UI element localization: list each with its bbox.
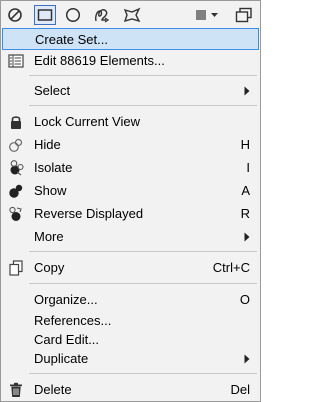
polygon-icon[interactable] bbox=[121, 5, 143, 25]
menu-item-organize[interactable]: Organize... O bbox=[2, 289, 259, 311]
menu-item-show[interactable]: Show A bbox=[2, 180, 259, 202]
menu-item-label: Show bbox=[34, 183, 67, 198]
menu-item-create-set[interactable]: Create Set... bbox=[2, 28, 259, 50]
rectangle-icon[interactable] bbox=[34, 5, 56, 25]
selection-toolbar bbox=[1, 1, 260, 29]
menu-separator bbox=[29, 283, 257, 284]
copy-icon bbox=[8, 260, 24, 276]
menu-item-label: Edit 88619 Elements... bbox=[34, 53, 165, 68]
menu-item-lock-view[interactable]: Lock Current View bbox=[2, 111, 259, 133]
menu-item-select[interactable]: Select bbox=[2, 80, 259, 102]
reverse-displayed-icon bbox=[8, 206, 24, 222]
shortcut-hint: Del bbox=[230, 382, 250, 397]
menu-item-reverse-displayed[interactable]: Reverse Displayed R bbox=[2, 203, 259, 225]
isolate-icon bbox=[8, 160, 24, 176]
menu-item-edit-elements[interactable]: Edit 88619 Elements... bbox=[2, 50, 259, 72]
submenu-arrow-icon bbox=[244, 86, 250, 96]
menu-separator bbox=[29, 75, 257, 76]
menu-item-label: Hide bbox=[34, 137, 61, 152]
menu-item-label: Select bbox=[34, 83, 71, 98]
trash-icon bbox=[8, 382, 24, 398]
none-icon[interactable] bbox=[4, 5, 26, 25]
menu-separator bbox=[29, 105, 257, 106]
menu-separator bbox=[29, 251, 257, 252]
context-menu: Create Set... Edit 88619 Elements... Sel… bbox=[0, 0, 261, 402]
shortcut-hint: O bbox=[239, 292, 250, 307]
menu-item-duplicate[interactable]: Duplicate bbox=[2, 348, 259, 370]
menu-item-label: Isolate bbox=[34, 160, 73, 175]
menu-item-hide[interactable]: Hide H bbox=[2, 134, 259, 156]
duplicate-window-icon[interactable] bbox=[233, 5, 255, 25]
shortcut-hint: R bbox=[240, 206, 250, 221]
lock-icon bbox=[8, 114, 24, 130]
menu-item-label: Duplicate bbox=[34, 351, 89, 366]
menu-item-label: References... bbox=[34, 313, 112, 328]
shortcut-hint: Ctrl+C bbox=[212, 260, 250, 275]
submenu-arrow-icon bbox=[244, 232, 250, 242]
menu-item-isolate[interactable]: Isolate I bbox=[2, 157, 259, 179]
menu-item-label: Create Set... bbox=[35, 32, 108, 47]
hide-icon bbox=[8, 137, 24, 153]
menu-item-more[interactable]: More bbox=[2, 226, 259, 248]
menu-item-label: More bbox=[34, 229, 64, 244]
menu-item-label: Delete bbox=[34, 382, 72, 397]
menu-item-label: Reverse Displayed bbox=[34, 206, 144, 221]
menu-item-delete[interactable]: Delete Del bbox=[2, 379, 259, 401]
show-icon bbox=[8, 183, 24, 199]
menu-item-copy[interactable]: Copy Ctrl+C bbox=[2, 257, 259, 279]
shortcut-hint: I bbox=[246, 160, 250, 175]
menu-item-label: Organize... bbox=[34, 292, 98, 307]
menu-item-label: Lock Current View bbox=[34, 114, 140, 129]
shortcut-hint: H bbox=[240, 137, 250, 152]
submenu-arrow-icon bbox=[244, 354, 250, 364]
menu-separator bbox=[29, 373, 257, 374]
circle-icon[interactable] bbox=[62, 5, 84, 25]
freehand-icon[interactable] bbox=[91, 5, 113, 25]
edit-table-icon bbox=[8, 53, 24, 69]
color-square-icon[interactable] bbox=[193, 5, 221, 25]
menu-item-label: Copy bbox=[34, 260, 65, 275]
shortcut-hint: A bbox=[241, 183, 250, 198]
menu-item-label: Card Edit... bbox=[34, 332, 100, 347]
